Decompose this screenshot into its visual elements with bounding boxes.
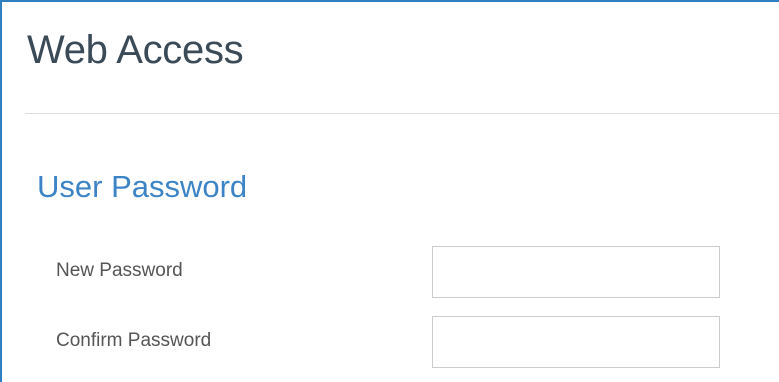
new-password-label: New Password [56,260,183,281]
web-access-panel: Web Access User Password New Password Co… [0,0,779,382]
section-title-user-password: User Password [37,169,248,204]
confirm-password-input[interactable] [432,316,720,368]
page-title: Web Access [27,28,244,72]
new-password-input[interactable] [432,246,720,298]
confirm-password-label: Confirm Password [56,330,212,351]
title-divider [25,113,779,114]
